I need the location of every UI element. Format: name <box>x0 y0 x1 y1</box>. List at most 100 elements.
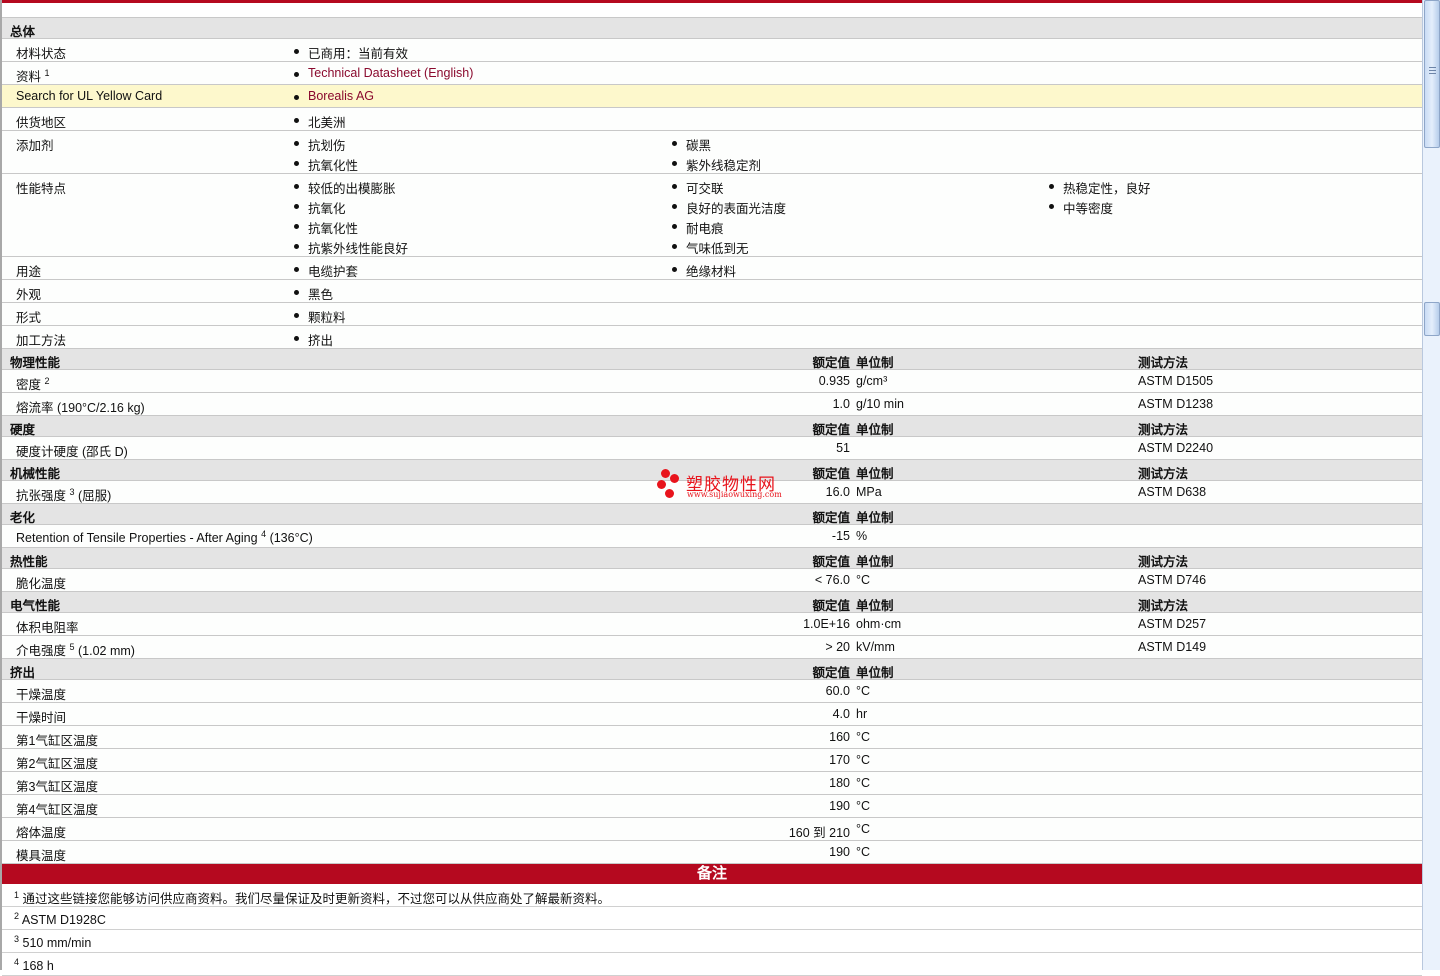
property-label: Retention of Tensile Properties - After … <box>16 529 313 545</box>
property-row: 熔流率 (190°C/2.16 kg) 1.0 g/10 min ASTM D1238 <box>2 393 1422 416</box>
property-row: 介电强度 5 (1.02 mm) > 20 kV/mm ASTM D149 <box>2 636 1422 659</box>
property-value: 190 <box>829 799 850 813</box>
property-label: 干燥时间 <box>16 707 66 726</box>
row-label: 供货地区 <box>16 112 66 131</box>
bullet-column: 抗划伤 抗氧化性 <box>292 135 358 175</box>
property-test-method: ASTM D2240 <box>1138 441 1214 455</box>
row-label-text: 资料 <box>16 70 42 84</box>
bullet-column: 较低的出模膨胀 抗氧化 抗氧化性 抗紫外线性能良好 <box>292 178 408 258</box>
property-unit: g/cm³ <box>856 374 888 388</box>
property-unit: ohm·cm <box>856 617 902 631</box>
section-title: 老化 <box>10 511 36 525</box>
property-value: 170 <box>829 753 850 767</box>
row-label[interactable]: Search for UL Yellow Card <box>16 89 162 103</box>
property-value: 60.0 <box>825 684 850 698</box>
property-condition: (1.02 mm) <box>78 644 135 658</box>
spacer <box>2 3 1422 18</box>
property-unit: MPa <box>856 485 882 499</box>
bullet-link[interactable]: Technical Datasheet (English) <box>292 66 473 86</box>
property-label: 第3气缸区温度 <box>16 776 98 795</box>
property-row: 体积电阻率 1.0E+16 ohm·cm ASTM D257 <box>2 613 1422 636</box>
property-unit: °C <box>856 730 871 744</box>
property-unit: g/10 min <box>856 397 904 411</box>
header-test-method: 测试方法 <box>1138 423 1189 437</box>
row-label: 性能特点 <box>16 178 66 197</box>
bullet-item: 挤出 <box>292 330 333 350</box>
general-row[interactable]: Search for UL Yellow Card Borealis AG <box>2 85 1422 108</box>
header-test-method: 测试方法 <box>1138 356 1189 370</box>
property-test-method: ASTM D257 <box>1138 617 1207 631</box>
bullet-item: 黑色 <box>292 284 333 304</box>
header-nominal-value: 额定值 <box>812 599 850 613</box>
watermark-url: www.sujiaowuxing.com <box>687 490 782 499</box>
row-label: 外观 <box>16 284 41 303</box>
note-content: ASTM D1928C <box>21 913 106 927</box>
property-name: 熔流率 <box>16 401 54 415</box>
note-number: 2 <box>14 911 20 921</box>
property-unit: % <box>856 529 868 543</box>
bullet-item: 碳黑 <box>670 135 761 155</box>
bullet-item: 紫外线稳定剂 <box>670 155 761 175</box>
property-condition: (190°C/2.16 kg) <box>57 401 145 415</box>
property-name: Retention of Tensile Properties - After … <box>16 531 258 545</box>
bullet-column: 北美洲 <box>292 112 346 132</box>
bullet-item: 可交联 <box>670 178 786 198</box>
bullet-item: 中等密度 <box>1047 198 1151 218</box>
property-name: 密度 <box>16 378 42 392</box>
property-name: 模具温度 <box>16 849 67 863</box>
scrollbar-thumb[interactable] <box>1424 0 1440 148</box>
header-nominal-value: 额定值 <box>812 467 850 481</box>
section-title: 硬度 <box>10 423 36 437</box>
vertical-scrollbar[interactable] <box>1422 0 1440 970</box>
property-label: 第1气缸区温度 <box>16 730 98 749</box>
property-row: 脆化温度 < 76.0 °C ASTM D746 <box>2 569 1422 592</box>
bullet-item: 绝缘材料 <box>670 261 736 281</box>
bullet-item: 抗氧化 <box>292 198 408 218</box>
property-label: 硬度计硬度 (邵氏 D) <box>16 441 128 460</box>
bullet-column: 绝缘材料 <box>670 261 736 281</box>
scrollbar-thumb-secondary[interactable] <box>1424 302 1440 336</box>
section-header: 挤出 额定值 单位制 <box>2 659 1422 680</box>
footnote-ref: 1 <box>44 68 50 78</box>
bullet-item: 热稳定性，良好 <box>1047 178 1151 198</box>
section-header: 热性能 额定值 单位制 测试方法 <box>2 548 1422 569</box>
property-label: 模具温度 <box>16 845 66 864</box>
row-label-text: 供货地区 <box>16 116 67 130</box>
general-row: 供货地区 北美洲 <box>2 108 1422 131</box>
property-row: 干燥温度 60.0 °C <box>2 680 1422 703</box>
note-text: 3 510 mm/min <box>14 934 91 950</box>
notes-header: 备注 <box>2 864 1422 884</box>
header-unit: 单位制 <box>856 423 894 437</box>
section-title: 挤出 <box>10 666 36 680</box>
bullet-column: 可交联 良好的表面光洁度 耐电痕 气味低到无 <box>670 178 786 258</box>
property-label: 抗张强度 3 (屈服) <box>16 485 111 504</box>
property-test-method: ASTM D149 <box>1138 640 1207 654</box>
property-name: 第4气缸区温度 <box>16 803 98 817</box>
property-unit: °C <box>856 776 871 790</box>
note-text: 2 ASTM D1928C <box>14 911 106 927</box>
property-unit: °C <box>856 573 871 587</box>
row-label-text: 材料状态 <box>16 47 67 61</box>
property-row: 第3气缸区温度 180 °C <box>2 772 1422 795</box>
property-label: 体积电阻率 <box>16 617 79 636</box>
bullet-item: 已商用：当前有效 <box>292 43 408 63</box>
property-label: 干燥温度 <box>16 684 66 703</box>
property-label: 熔流率 (190°C/2.16 kg) <box>16 397 145 416</box>
bullet-item: 抗氧化性 <box>292 218 408 238</box>
bullet-link[interactable]: Borealis AG <box>292 89 374 109</box>
property-name: 熔体温度 <box>16 826 67 840</box>
row-label-text: 性能特点 <box>16 182 67 196</box>
note-content: 168 h <box>22 959 54 973</box>
property-name: 脆化温度 <box>16 577 67 591</box>
bullet-column: 颗粒料 <box>292 307 346 327</box>
footnote-ref: 3 <box>69 487 75 497</box>
bullet-column: 黑色 <box>292 284 333 304</box>
row-label-text: 用途 <box>16 265 42 279</box>
section-title: 热性能 <box>10 555 48 569</box>
property-test-method: ASTM D638 <box>1138 485 1207 499</box>
property-label: 密度 2 <box>16 374 50 393</box>
section-title: 物理性能 <box>10 356 61 370</box>
row-label: 加工方法 <box>16 330 66 349</box>
section-header: 物理性能 额定值 单位制 测试方法 <box>2 349 1422 370</box>
property-value: 160 到 210 <box>788 826 850 840</box>
